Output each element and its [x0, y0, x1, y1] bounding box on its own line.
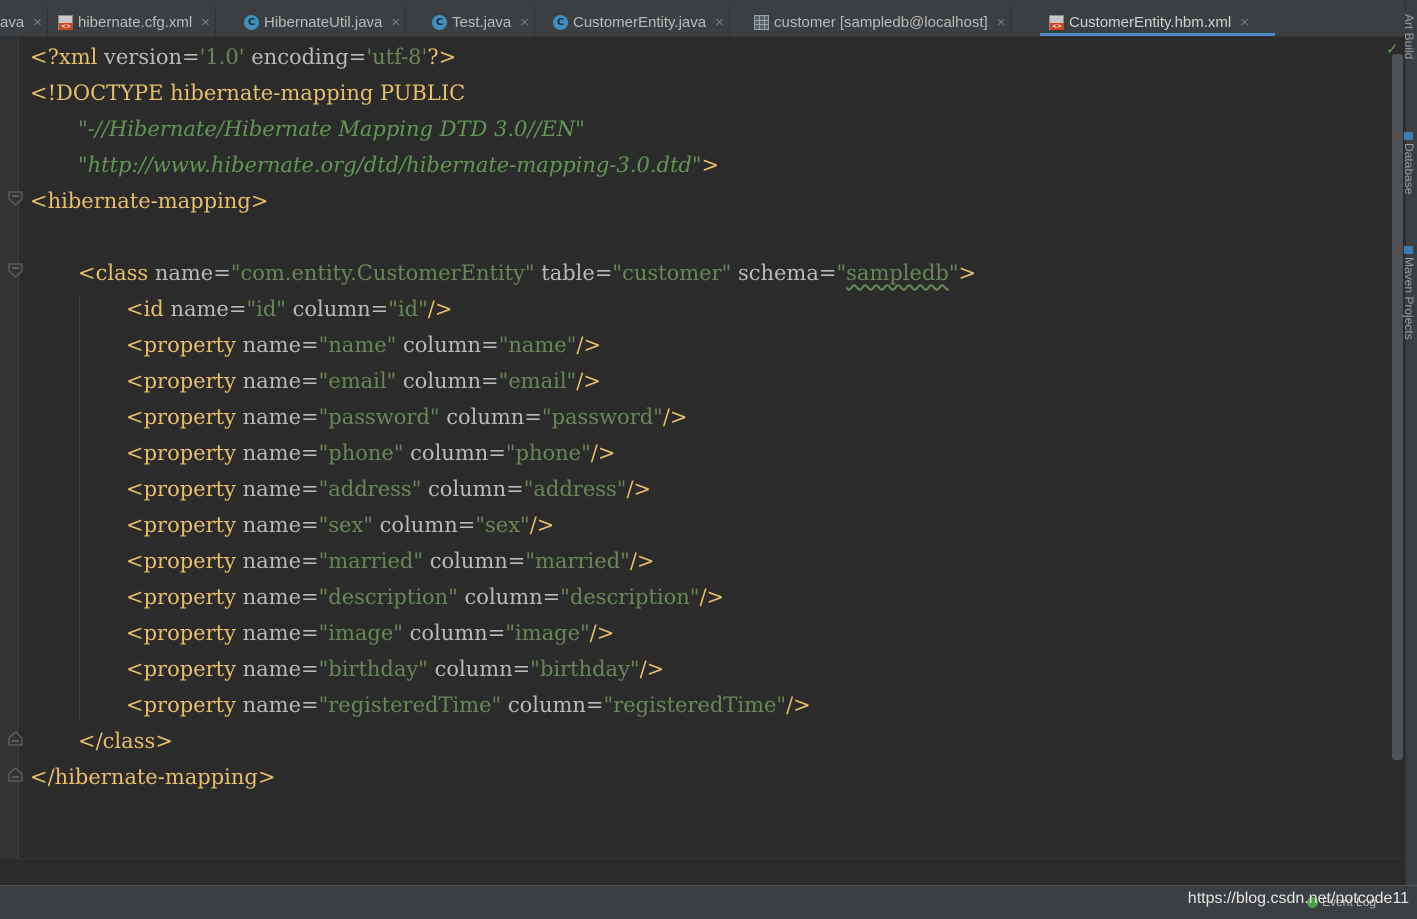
tool-window-database[interactable]: Database — [1402, 132, 1416, 194]
xml-file-icon — [1049, 15, 1064, 30]
tool-window-maven-projects[interactable]: Maven Projects — [1402, 246, 1416, 340]
code-line-class-close: </class> — [78, 729, 173, 753]
code-line-property: <property name="email" column="email"/> — [126, 369, 601, 393]
code-line-property: <property name="married" column="married… — [126, 549, 655, 573]
tab-java-partial[interactable]: ava × — [0, 7, 48, 36]
code-line-property: <property name="address" column="address… — [126, 477, 652, 501]
schema-value-warning: sampledb — [846, 261, 949, 285]
code-line-property: <property name="password" column="passwo… — [126, 405, 688, 429]
editor-tab-bar: ava × hibernate.cfg.xml × HibernateUtil.… — [0, 0, 1417, 37]
fold-collapse-icon[interactable] — [8, 191, 23, 206]
code-line-doctype: <!DOCTYPE hibernate-mapping PUBLIC — [30, 81, 466, 105]
tab-hibernateutil-java[interactable]: HibernateUtil.java × — [244, 7, 407, 36]
tab-customerentity-hbm-xml[interactable]: CustomerEntity.hbm.xml × — [1049, 9, 1249, 36]
fold-collapse-icon[interactable] — [8, 263, 23, 278]
tab-label: CustomerEntity.hbm.xml — [1069, 14, 1232, 31]
code-line-property: <property name="image" column="image"/> — [126, 621, 615, 645]
fold-end-icon[interactable] — [8, 731, 23, 746]
tool-window-art-build[interactable]: Art Build — [1402, 14, 1416, 59]
close-icon[interactable]: × — [33, 14, 42, 31]
tab-label: Test.java — [452, 14, 512, 31]
code-line-doctype-system-id: "http://www.hibernate.org/dtd/hibernate-… — [78, 153, 720, 177]
code-line-id: <id name="id" column="id"/> — [126, 297, 453, 321]
java-class-icon — [553, 15, 568, 30]
fold-end-icon[interactable] — [8, 767, 23, 782]
right-tool-strip: Art Build Database Maven Projects — [1402, 0, 1417, 885]
code-line-doctype-public-id: "-//Hibernate/Hibernate Mapping DTD 3.0/… — [78, 117, 585, 141]
database-icon — [1403, 132, 1413, 140]
code-line-root-close: </hibernate-mapping> — [30, 765, 276, 789]
code-line-property: <property name="description" column="des… — [126, 585, 725, 609]
close-icon[interactable]: × — [715, 14, 724, 31]
tab-label: hibernate.cfg.xml — [78, 14, 193, 31]
code-line-root-open: <hibernate-mapping> — [30, 189, 269, 213]
xml-file-icon — [58, 15, 73, 30]
database-table-icon — [754, 15, 769, 30]
code-line-property: <property name="phone" column="phone"/> — [126, 441, 616, 465]
code-editor[interactable]: <?xml version='1.0' encoding='utf-8'?> <… — [30, 39, 1395, 854]
tab-label: CustomerEntity.java — [573, 14, 707, 31]
tab-label: customer [sampledb@localhost] — [774, 14, 988, 31]
tab-test-java[interactable]: Test.java × — [432, 7, 535, 36]
code-line-class: <class name="com.entity.CustomerEntity" … — [78, 261, 977, 285]
tab-label: HibernateUtil.java — [264, 14, 383, 31]
code-line-property: <property name="registeredTime" column="… — [126, 693, 811, 717]
tab-customerentity-java[interactable]: CustomerEntity.java × — [553, 7, 730, 36]
close-icon[interactable]: × — [201, 14, 210, 31]
java-class-icon — [244, 15, 259, 30]
java-class-icon — [432, 15, 447, 30]
tab-label: ava — [0, 14, 25, 31]
horizontal-scroll-area — [0, 858, 1405, 886]
close-icon[interactable]: × — [520, 14, 529, 31]
watermark-text: https://blog.csdn.net/notcode11 — [1187, 890, 1409, 907]
close-icon[interactable]: × — [1240, 14, 1249, 31]
code-line-property: <property name="birthday" column="birthd… — [126, 657, 665, 681]
status-bar: Event Log https://blog.csdn.net/notcode1… — [0, 885, 1417, 919]
active-tab-indicator — [1040, 33, 1275, 36]
close-icon[interactable]: × — [997, 14, 1006, 31]
tab-hibernate-cfg-xml[interactable]: hibernate.cfg.xml × — [58, 7, 216, 36]
tab-customer-table[interactable]: customer [sampledb@localhost] × — [754, 7, 1012, 36]
code-line-property: <property name="sex" column="sex"/> — [126, 513, 555, 537]
maven-icon — [1403, 246, 1413, 254]
code-line-xml-declaration: <?xml version='1.0' encoding='utf-8'?> — [30, 45, 457, 69]
code-line-property: <property name="name" column="name"/> — [126, 333, 602, 357]
close-icon[interactable]: × — [391, 14, 400, 31]
